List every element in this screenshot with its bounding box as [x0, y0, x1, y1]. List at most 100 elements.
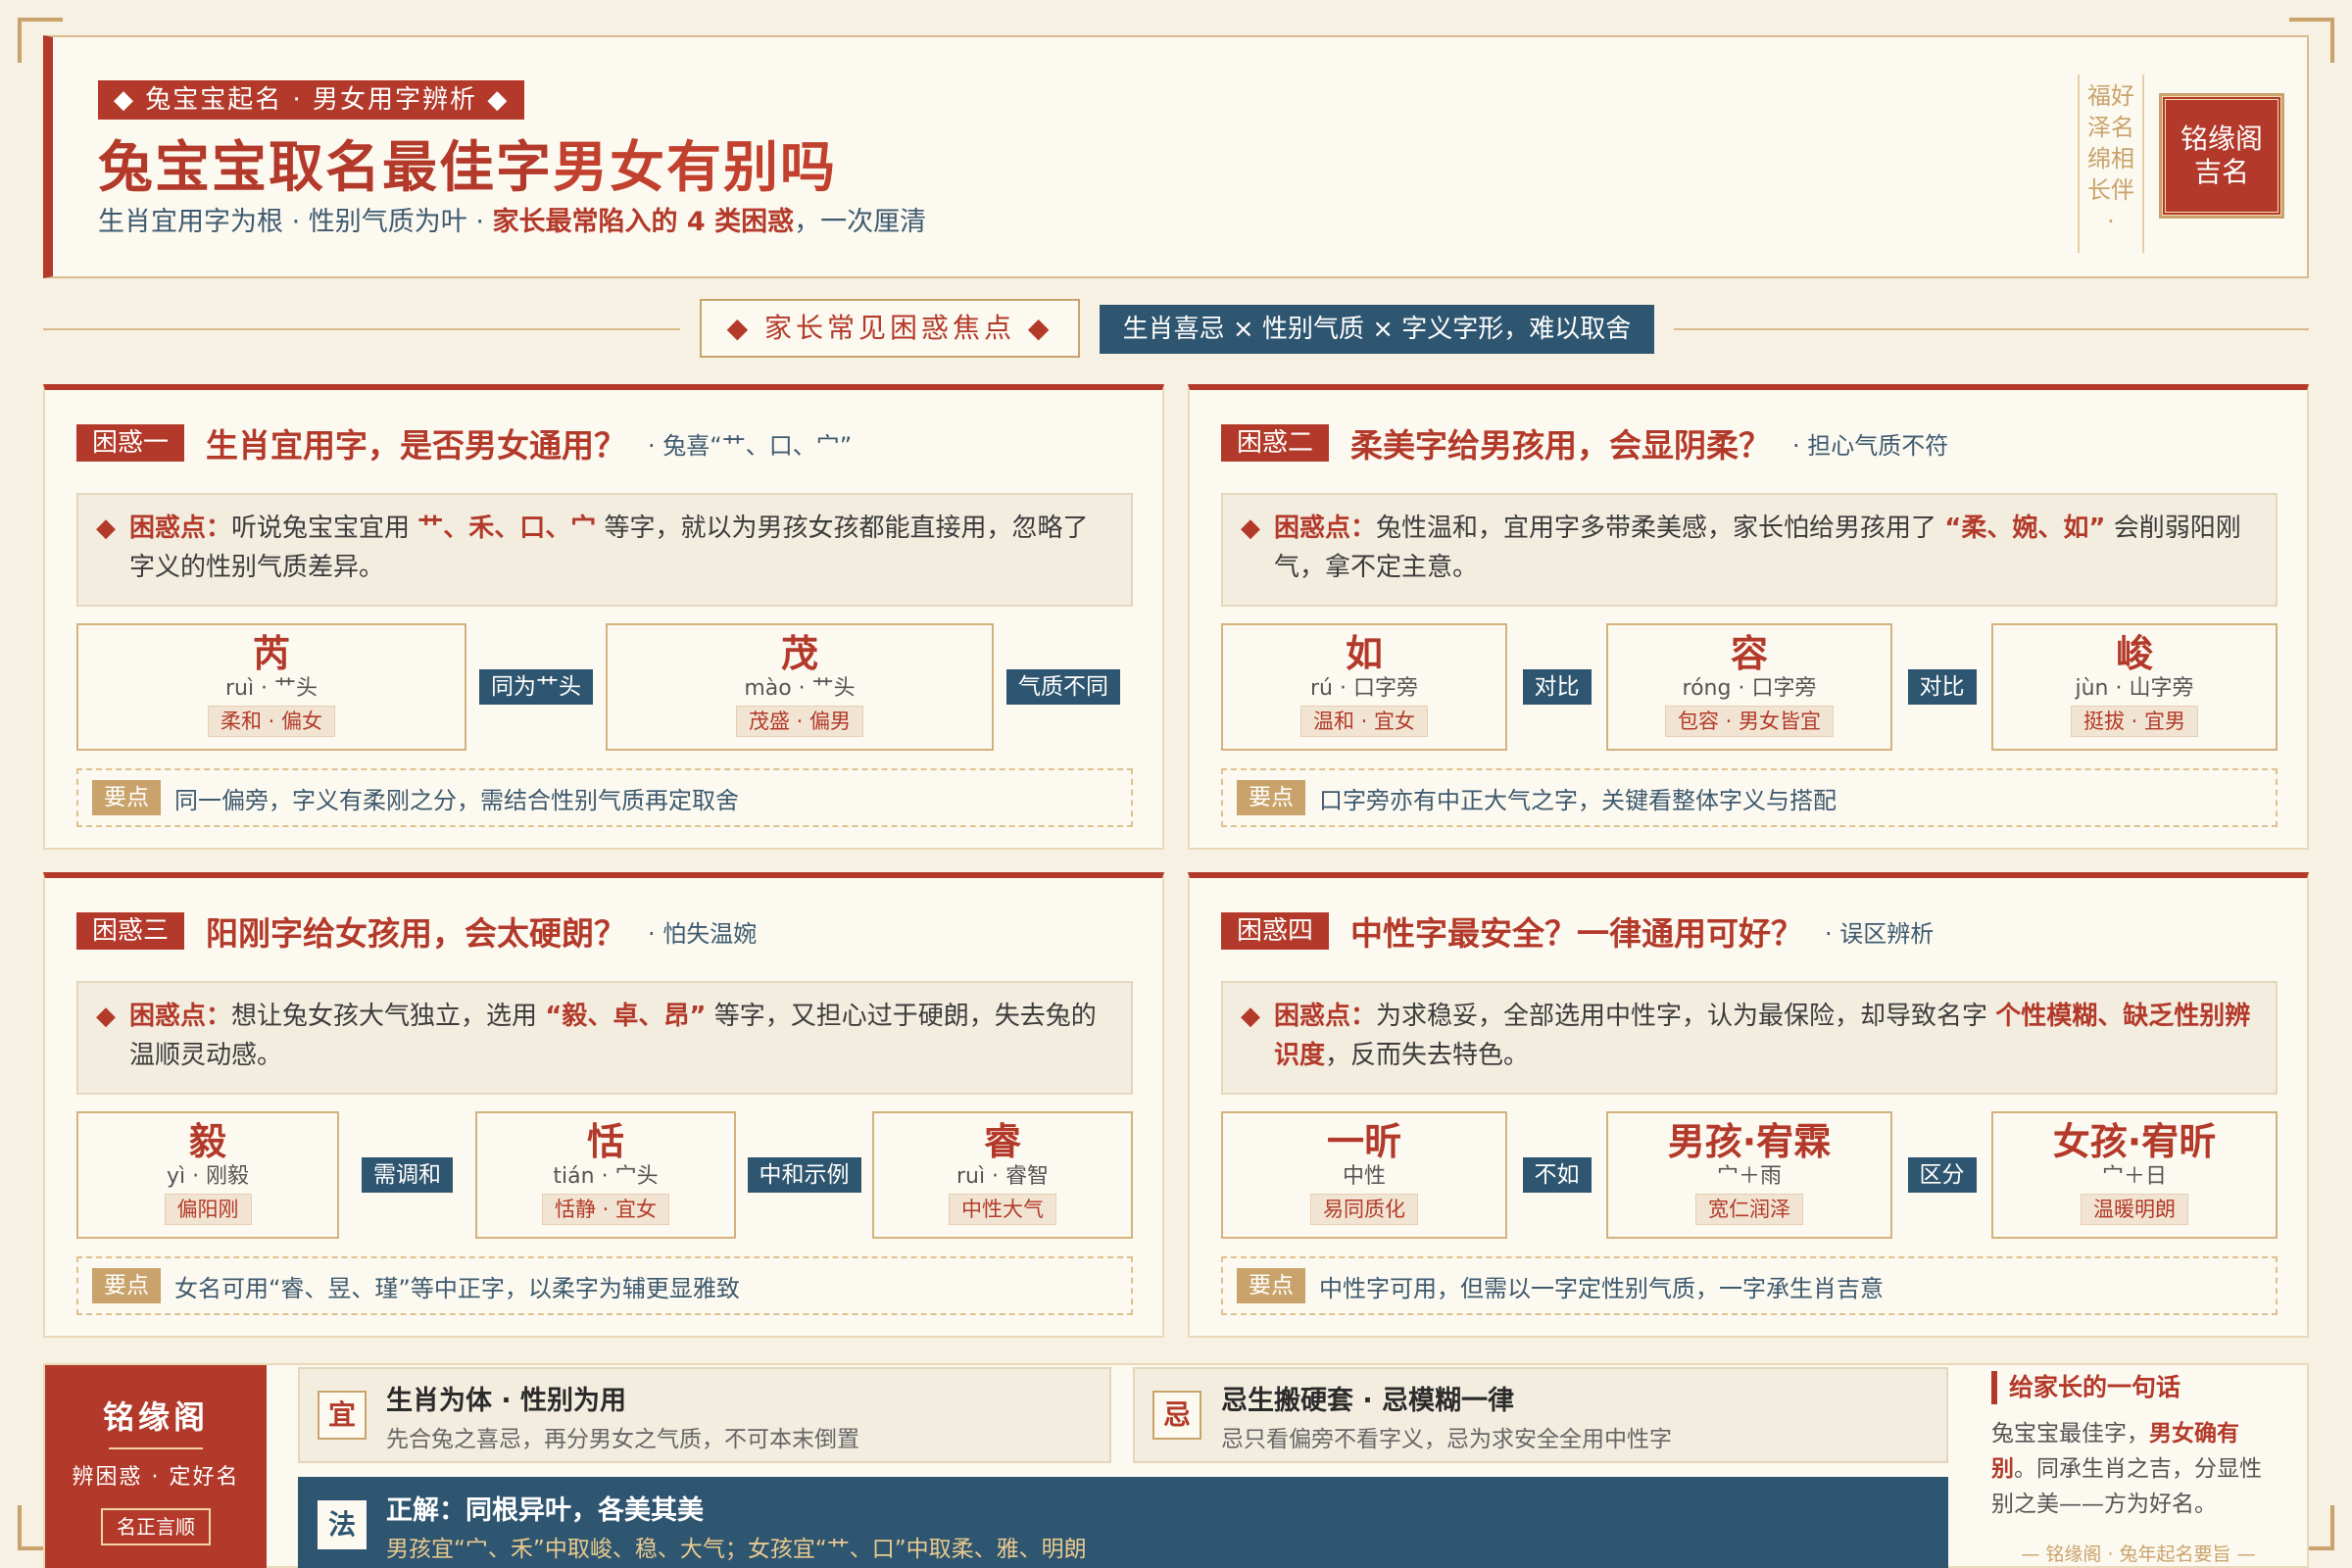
char-tag: 挺拔 · 宜男	[2070, 706, 2199, 737]
char-tag: 柔和 · 偏女	[207, 706, 336, 737]
char-glyph: 睿	[983, 1120, 1021, 1163]
yi-box: 宜 生肖为体 · 性别为用 先合兔之喜忌，再分男女之气质，不可本末倒置	[298, 1367, 1111, 1463]
card-header: 困惑一 生肖宜用字，是否男女通用？ · 兔喜“艹、口、宀”	[76, 419, 852, 466]
footer-brand: 铭缘阁 辨困惑 · 定好名 名正言顺	[45, 1365, 267, 1568]
card-title: 阳刚字给女孩用，会太硬朗？	[206, 914, 627, 953]
problem-highlight: “柔、婉、如”	[1944, 514, 2106, 543]
connector: 不如	[1507, 1157, 1606, 1193]
vertical-poem: 福好 泽名 绵相 长伴 ·	[2078, 74, 2144, 253]
connector-label: 对比	[1907, 669, 1977, 705]
key-point: 要点 中性字可用，但需以一字定性别气质，一字承生肖吉意	[1221, 1256, 2278, 1315]
fa-box: 法 正解：同根异叶，各美其美 男孩宜“宀、禾”中取峻、稳、大气；女孩宜“艹、口”…	[298, 1477, 1948, 1568]
char-tag: 恬静 · 宜女	[541, 1194, 670, 1225]
problem-text-pre: 听说兔宝宝宜用	[231, 514, 418, 543]
key-text: 中性字可用，但需以一字定性别气质，一字承生肖吉意	[1319, 1274, 1884, 1302]
poem-line: 长伴	[2087, 176, 2134, 204]
confusion-card-2: 困惑二 柔美字给男孩用，会显阴柔？ · 担心气质不符 ◆ 困惑点：兔性温和，宜用…	[1188, 384, 2309, 850]
yi-mark: 宜	[318, 1391, 367, 1440]
char-tag: 易同质化	[1310, 1194, 1418, 1225]
key-label: 要点	[1237, 1268, 1305, 1303]
connector: 同为艹头	[466, 669, 606, 705]
problem-box: ◆ 困惑点：想让兔女孩大气独立，选用 “毅、卓、昂” 等字，又担心过于硬朗，失去…	[76, 981, 1133, 1095]
key-point: 要点 同一偏旁，字义有柔刚之分，需结合性别气质再定取舍	[76, 768, 1133, 827]
yi-desc: 先合兔之喜忌，再分男女之气质，不可本末倒置	[386, 1427, 859, 1452]
connector-label: 气质不同	[1006, 669, 1120, 705]
char-tag: 温和 · 宜女	[1299, 706, 1429, 737]
problem-text-pre: 兔性温和，宜用字多带柔美感，家长怕给男孩用了	[1376, 514, 1945, 543]
char-glyph: 芮	[252, 632, 290, 675]
card-badge: 困惑二	[1221, 424, 1330, 462]
card-title: 生肖宜用字，是否男女通用？	[206, 426, 627, 465]
card-header: 困惑二 柔美字给男孩用，会显阴柔？ · 担心气质不符	[1221, 419, 1948, 466]
char-pinyin: ruì · 艹头	[224, 676, 318, 701]
char-glyph: 容	[1730, 632, 1768, 675]
card-title: 中性字最安全？一律通用可好？	[1350, 914, 1804, 953]
brand-divider	[109, 1447, 203, 1449]
connector-label: 需调和	[362, 1157, 453, 1193]
page-title: 兔宝宝取名最佳字男女有别吗	[98, 123, 837, 203]
char-compare-row: 一昕 中性 易同质化 不如 男孩·宥霖 宀＋雨 宽仁润泽 区分 女孩·宥昕 宀＋…	[1221, 1111, 2278, 1239]
char-pinyin: mào · 艹头	[744, 676, 856, 701]
char-box: 女孩·宥昕 宀＋日 温暖明朗	[1991, 1111, 2278, 1239]
problem-label: 困惑点：	[129, 514, 232, 543]
char-box: 茂 mào · 艹头 茂盛 · 偏男	[606, 623, 994, 751]
char-compare-row: 芮 ruì · 艹头 柔和 · 偏女 同为艹头 茂 mào · 艹头 茂盛 · …	[76, 623, 1133, 751]
title-part2: 男女有别吗	[553, 136, 837, 200]
ji-desc: 忌只看偏旁不看字义，忌为求安全全用中性字	[1221, 1427, 1672, 1452]
problem-text-post: ，反而失去特色。	[1325, 1041, 1530, 1070]
yi-title: 生肖为体 · 性别为用	[386, 1386, 627, 1416]
problem-box: ◆ 困惑点：听说兔宝宝宜用 艹、禾、口、宀 等字，就以为男孩女孩都能直接用，忽略…	[76, 493, 1133, 607]
connector: 中和示例	[736, 1157, 872, 1193]
problem-label: 困惑点：	[129, 1002, 232, 1031]
confusion-card-3: 困惑三 阳刚字给女孩用，会太硬朗？ · 怕失温婉 ◆ 困惑点：想让兔女孩大气独立…	[43, 872, 1164, 1338]
problem-box: ◆ 困惑点：为求稳妥，全部选用中性字，认为最保险，却导致名字 个性模糊、缺乏性别…	[1221, 981, 2278, 1095]
diamond-icon: ◆	[1241, 514, 1260, 543]
char-compare-row: 毅 yì · 刚毅 偏阳刚 需调和 恬 tián · 宀头 恬静 · 宜女 中和…	[76, 1111, 1133, 1239]
char-box: 如 rú · 口字旁 温和 · 宜女	[1221, 623, 1507, 751]
card-badge: 困惑三	[76, 912, 185, 950]
char-pinyin: jùn · 山字旁	[2075, 676, 2194, 701]
page-subtitle: 生肖宜用字为根 · 性别气质为叶 · 家长最常陷入的 4 类困惑，一次厘清	[98, 200, 926, 238]
ji-mark: 忌	[1152, 1391, 1201, 1440]
connector-label: 中和示例	[747, 1157, 861, 1193]
connector-label: 区分	[1907, 1157, 1977, 1193]
char-box: 容 róng · 口字旁 包容 · 男女皆宜	[1606, 623, 1892, 751]
poem-line: ·	[2107, 208, 2115, 235]
poem-line: 福好	[2087, 82, 2134, 110]
confusion-card-1: 困惑一 生肖宜用字，是否男女通用？ · 兔喜“艹、口、宀” ◆ 困惑点：听说兔宝…	[43, 384, 1164, 850]
char-pinyin: róng · 口字旁	[1682, 676, 1817, 701]
key-text: 女名可用“睿、昱、瑾”等中正字，以柔字为辅更显雅致	[174, 1274, 740, 1302]
card-note: · 怕失温婉	[648, 919, 758, 948]
problem-text-pre: 想让兔女孩大气独立，选用	[231, 1002, 546, 1031]
ji-title: 忌生搬硬套 · 忌模糊一律	[1221, 1386, 1515, 1416]
key-point: 要点 女名可用“睿、昱、瑾”等中正字，以柔字为辅更显雅致	[76, 1256, 1133, 1315]
subtitle-post: ，一次厘清	[794, 207, 927, 237]
header-panel: ◆ 兔宝宝起名 · 男女用字辨析 ◆ 兔宝宝取名最佳字男女有别吗 生肖宜用字为根…	[43, 35, 2309, 278]
char-glyph: 峻	[2115, 632, 2153, 675]
fa-desc: 男孩宜“宀、禾”中取峻、稳、大气；女孩宜“艹、口”中取柔、雅、明朗	[386, 1537, 1087, 1562]
char-box: 睿 ruì · 睿智 中性大气	[872, 1111, 1133, 1239]
section-divider: ◆ 家长常见困惑焦点 ◆ 生肖喜忌 × 性别气质 × 字义字形，难以取舍	[43, 299, 2309, 358]
poem-line: 泽名	[2087, 114, 2134, 141]
char-glyph: 一昕	[1326, 1120, 1401, 1163]
connector: 需调和	[339, 1157, 475, 1193]
problem-box: ◆ 困惑点：兔性温和，宜用字多带柔美感，家长怕给男孩用了 “柔、婉、如” 会削弱…	[1221, 493, 2278, 607]
char-pinyin: 宀＋日	[2101, 1164, 2167, 1189]
brand-seal: 铭缘阁 吉名	[2159, 93, 2284, 219]
ji-box: 忌 忌生搬硬套 · 忌模糊一律 忌只看偏旁不看字义，忌为求安全全用中性字	[1133, 1367, 1948, 1463]
title-part1: 兔宝宝取名最佳字	[98, 136, 553, 200]
divider-line-left	[43, 328, 680, 330]
seal-line1: 铭缘阁	[2180, 122, 2263, 155]
focus-label: ◆ 家长常见困惑焦点 ◆	[700, 299, 1080, 358]
connector: 气质不同	[994, 669, 1133, 705]
fa-mark: 法	[318, 1500, 367, 1549]
char-box: 恬 tián · 宀头 恬静 · 宜女	[475, 1111, 736, 1239]
problem-highlight: “毅、卓、昂”	[545, 1002, 707, 1031]
parent-advice: 给家长的一句话 兔宝宝最佳字，男女确有别。同承生肖之吉，分显性别之美——方为好名…	[1991, 1365, 2309, 1568]
brand-name: 铭缘阁	[102, 1398, 209, 1436]
subtitle-pre: 生肖宜用字为根 · 性别气质为叶 ·	[98, 207, 493, 237]
card-badge: 困惑一	[76, 424, 185, 462]
footer-panel: 铭缘阁 辨困惑 · 定好名 名正言顺 宜 生肖为体 · 性别为用 先合兔之喜忌，…	[43, 1363, 2309, 1568]
char-box: 峻 jùn · 山字旁 挺拔 · 宜男	[1991, 623, 2278, 751]
char-compare-row: 如 rú · 口字旁 温和 · 宜女 对比 容 róng · 口字旁 包容 · …	[1221, 623, 2278, 751]
